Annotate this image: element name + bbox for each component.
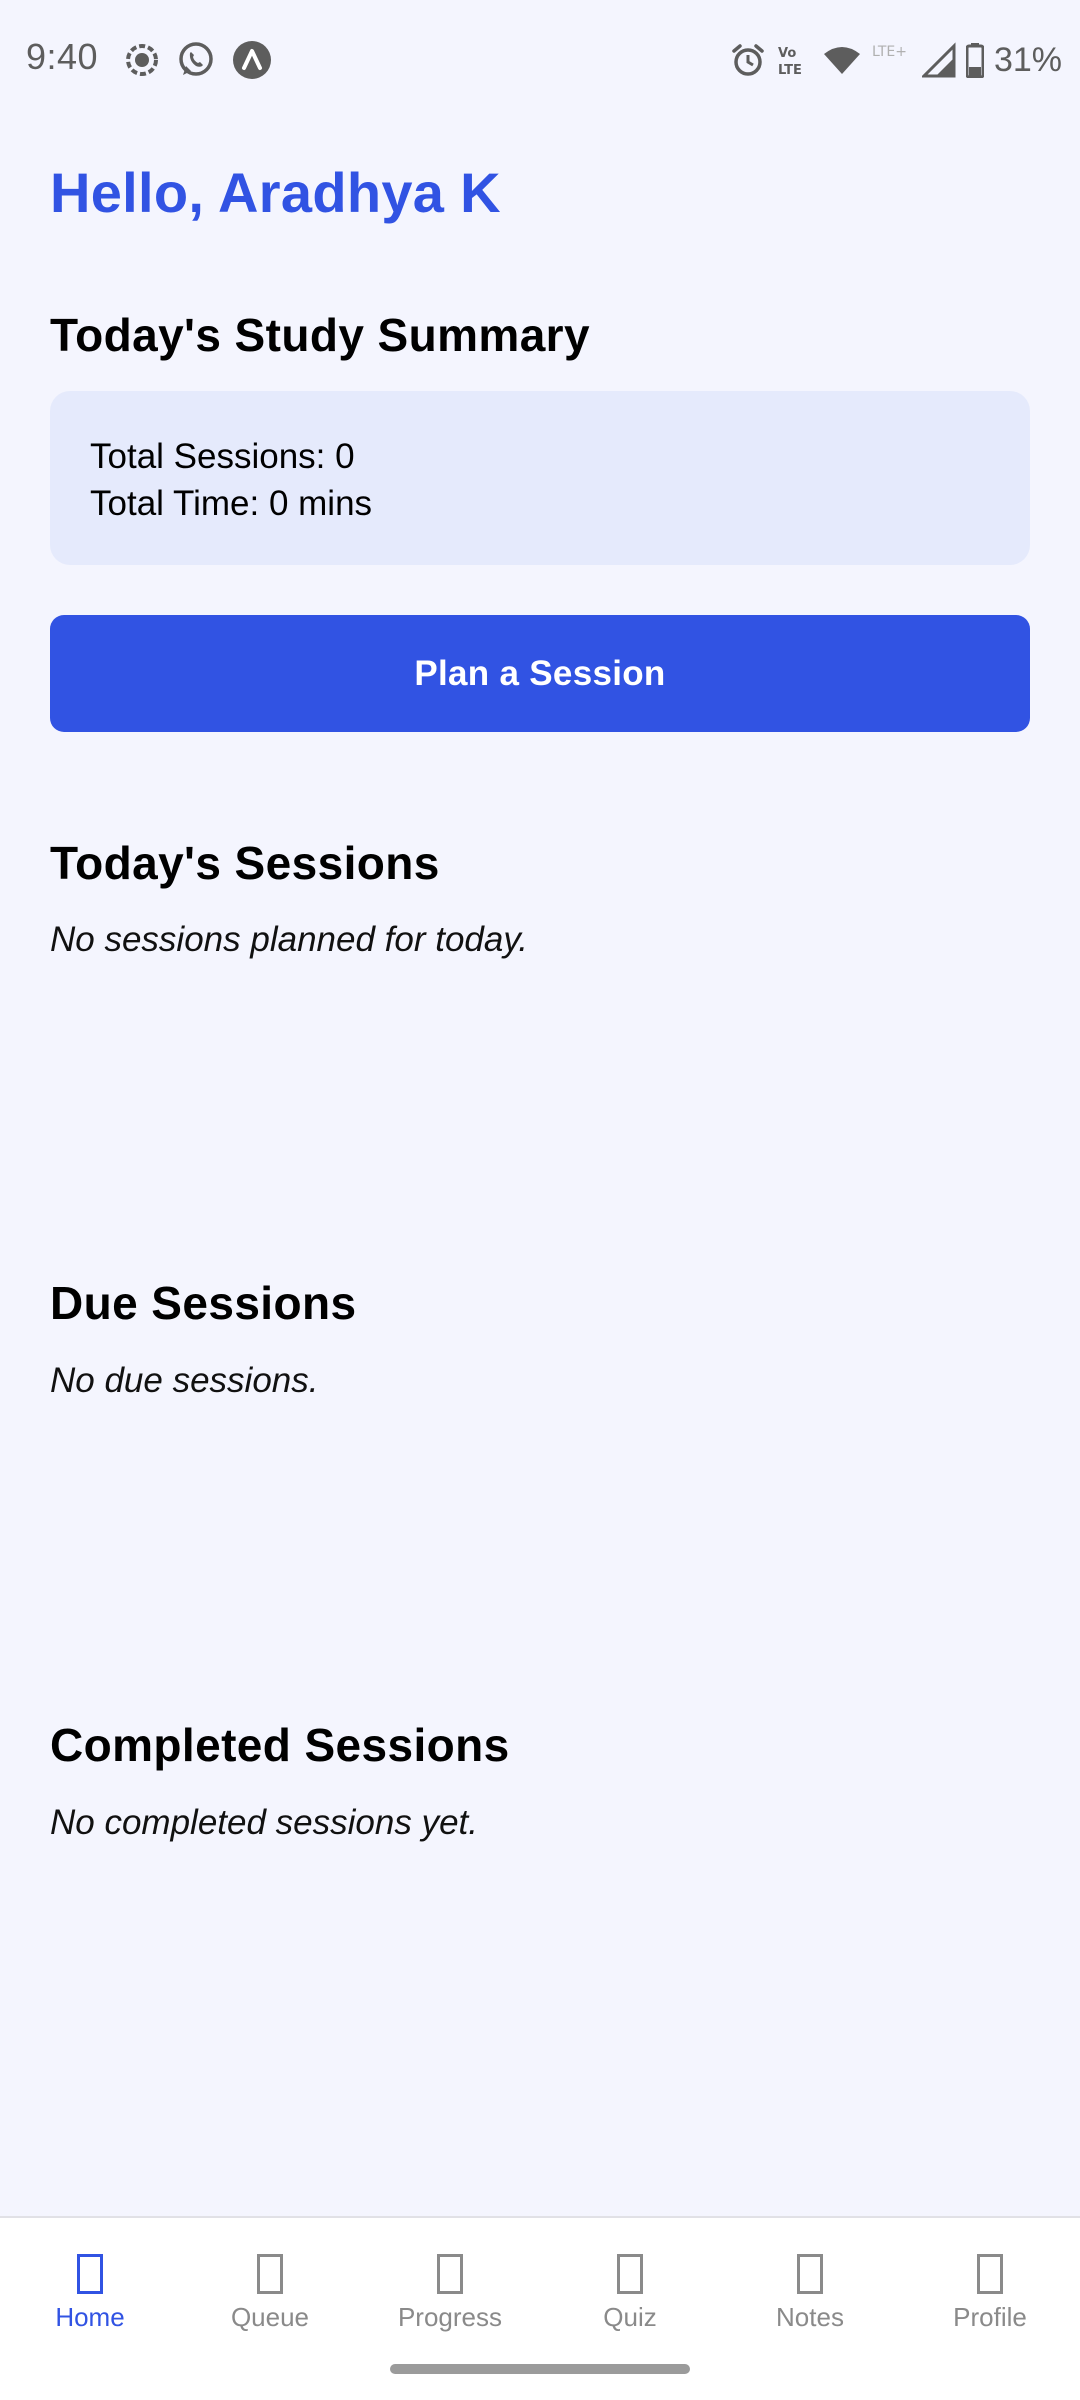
status-icons-right: Vo LTE LTE+ 31% — [730, 40, 1062, 80]
nav-item-progress[interactable]: Progress — [360, 2250, 540, 2360]
quiz-icon — [617, 2254, 643, 2294]
todays-sessions-title: Today's Sessions — [50, 837, 440, 889]
total-sessions-text: Total Sessions: 0 — [90, 437, 355, 476]
whatsapp-icon — [177, 41, 215, 79]
svg-text:LTE: LTE — [778, 63, 802, 78]
due-sessions-title: Due Sessions — [50, 1277, 357, 1329]
status-icons-left — [124, 40, 272, 80]
progress-icon — [437, 2254, 463, 2294]
wifi-icon — [822, 42, 862, 78]
greeting-title: Hello, Aradhya K — [50, 161, 501, 224]
svg-text:LTE+: LTE+ — [872, 44, 907, 60]
screen-record-icon — [124, 42, 160, 78]
todays-sessions-empty-text: No sessions planned for today. — [50, 920, 528, 959]
completed-sessions-empty-text: No completed sessions yet. — [50, 1803, 478, 1842]
home-indicator[interactable] — [390, 2364, 690, 2374]
nav-label-quiz: Quiz — [603, 2302, 657, 2332]
queue-icon — [257, 2254, 283, 2294]
total-time-text: Total Time: 0 mins — [90, 484, 373, 523]
volte-icon: Vo LTE — [776, 42, 812, 78]
plan-session-button[interactable]: Plan a Session — [50, 615, 1030, 732]
summary-title: Today's Study Summary — [50, 309, 590, 361]
app-notification-icon — [232, 40, 272, 80]
status-bar: 9:40 Vo LTE LTE+ 31% — [0, 0, 1080, 126]
lte-plus-icon: LTE+ — [872, 42, 912, 78]
nav-label-home: Home — [55, 2302, 125, 2332]
alarm-icon — [730, 42, 766, 78]
nav-label-profile: Profile — [953, 2302, 1027, 2332]
due-sessions-empty-text: No due sessions. — [50, 1361, 319, 1400]
nav-item-queue[interactable]: Queue — [180, 2250, 360, 2360]
nav-label-progress: Progress — [397, 2302, 503, 2332]
profile-icon — [977, 2254, 1003, 2294]
nav-item-quiz[interactable]: Quiz — [540, 2250, 720, 2360]
nav-item-notes[interactable]: Notes — [720, 2250, 900, 2360]
nav-label-queue: Queue — [230, 2302, 310, 2332]
svg-text:Vo: Vo — [778, 46, 796, 61]
summary-card: Total Sessions: 0 Total Time: 0 mins — [50, 391, 1030, 565]
notes-icon — [797, 2254, 823, 2294]
nav-label-notes: Notes — [776, 2302, 844, 2332]
completed-sessions-title: Completed Sessions — [50, 1719, 510, 1771]
home-icon — [77, 2254, 103, 2294]
battery-icon — [965, 42, 984, 78]
battery-percent: 31% — [993, 40, 1062, 79]
nav-item-home[interactable]: Home — [0, 2250, 180, 2360]
signal-icon — [921, 42, 956, 78]
status-time: 9:40 — [26, 36, 99, 77]
nav-item-profile[interactable]: Profile — [900, 2250, 1080, 2360]
